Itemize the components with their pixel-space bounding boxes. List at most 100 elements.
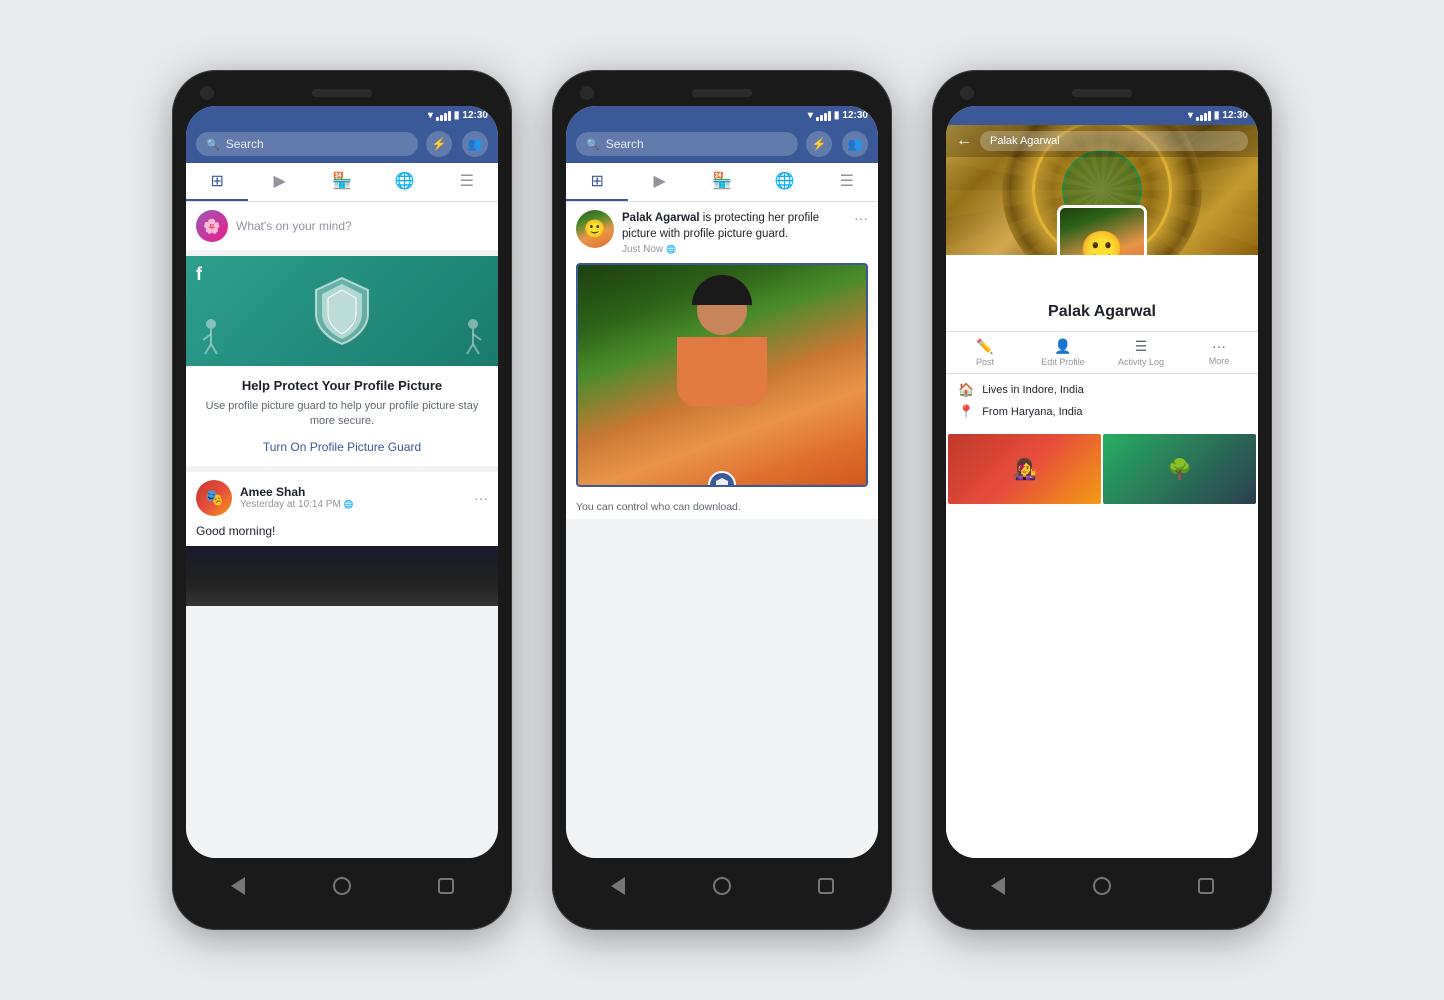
messenger-icon-2[interactable]: ⚡ (806, 131, 832, 157)
facebook-header-1: 🔍 Search ⚡ 👥 (186, 125, 498, 163)
phone-3: ▾ ▮ 12:30 (932, 70, 1272, 930)
tab-newsfeed-2[interactable]: ⊞ (566, 163, 628, 201)
home-btn-2[interactable] (711, 875, 733, 897)
status-icons-2: ▾ ▮ 12:30 (808, 110, 868, 121)
globe-icon-amee: 🌐 (344, 500, 354, 509)
phone-2: ▾ ▮ 12:30 🔍 Search ⚡ 👥 (552, 70, 892, 930)
back-btn-1[interactable] (227, 875, 249, 897)
location-icon: 📍 (958, 404, 974, 420)
post-more-btn[interactable]: ··· (474, 490, 488, 506)
profile-avatar-large[interactable]: 🙂 (1057, 205, 1147, 255)
more-btn[interactable]: ··· More (1180, 338, 1258, 367)
tab-menu-2[interactable]: ☰ (816, 163, 878, 201)
phone2-bottom-bar (566, 858, 878, 908)
guard-card-body: Help Protect Your Profile Picture Use pr… (186, 366, 498, 466)
signal-icon (436, 111, 451, 121)
palak-more-btn[interactable]: ··· (854, 210, 868, 226)
front-camera (200, 86, 214, 100)
status-bar-3: ▾ ▮ 12:30 (946, 106, 1258, 125)
post-action-btn[interactable]: ✏️ Post (946, 338, 1024, 367)
tab-globe[interactable]: 🌐 (373, 163, 435, 201)
speaker (312, 89, 372, 97)
post-header: 🎭 Amee Shah Yesterday at 10:14 PM 🌐 ··· (186, 472, 498, 524)
search-placeholder-1: Search (226, 137, 264, 151)
messenger-icon[interactable]: ⚡ (426, 131, 452, 157)
tab-marketplace-2[interactable]: 🏪 (691, 163, 753, 201)
activity-log-label: Activity Log (1118, 357, 1164, 367)
battery-icon-2: ▮ (834, 110, 840, 121)
profile-search-bar[interactable]: Palak Agarwal (980, 131, 1248, 151)
profile-guard-card: f (186, 256, 498, 466)
post-amee-shah: 🎭 Amee Shah Yesterday at 10:14 PM 🌐 ··· … (186, 472, 498, 606)
shield-icon-large (312, 276, 372, 346)
tab-menu[interactable]: ☰ (436, 163, 498, 201)
recents-btn-1[interactable] (435, 875, 457, 897)
figure-left (201, 316, 221, 361)
person-figure (677, 285, 767, 407)
palak-post-meta: Palak Agarwal is protecting her profile … (622, 210, 846, 255)
profile-info-section: 🏠 Lives in Indore, India 📍 From Haryana,… (946, 374, 1258, 434)
status-icons-3: ▾ ▮ 12:30 (1188, 110, 1248, 121)
nav-tabs-2: ⊞ ▶ 🏪 🌐 ☰ (566, 163, 878, 202)
figure-right (463, 316, 483, 361)
post-icon: ✏️ (976, 338, 993, 355)
back-arrow-3[interactable]: ← (956, 132, 972, 150)
search-bar-1[interactable]: 🔍 Search (196, 132, 418, 156)
home-btn-3[interactable] (1091, 875, 1113, 897)
amee-avatar[interactable]: 🎭 (196, 480, 232, 516)
palak-avatar-2[interactable]: 🙂 (576, 210, 614, 248)
friends-icon-2[interactable]: 👥 (842, 131, 868, 157)
header-icons-1: ⚡ 👥 (426, 131, 488, 157)
facebook-header-2: 🔍 Search ⚡ 👥 (566, 125, 878, 163)
activity-log-icon: ☰ (1135, 338, 1148, 355)
friends-icon[interactable]: 👥 (462, 131, 488, 157)
recents-btn-3[interactable] (1195, 875, 1217, 897)
post-placeholder-text[interactable]: What's on your mind? (236, 219, 352, 233)
profile-cover-photo: ← Palak Agarwal 🙂 (946, 125, 1258, 255)
tab-newsfeed[interactable]: ⊞ (186, 163, 248, 201)
wifi-icon-2: ▾ (808, 110, 813, 121)
phone1-bottom-bar (186, 858, 498, 908)
time-display-3: 12:30 (1222, 110, 1248, 121)
tab-video[interactable]: ▶ (248, 163, 310, 201)
wifi-icon: ▾ (428, 110, 433, 121)
edit-profile-btn[interactable]: 👤 Edit Profile (1024, 338, 1102, 367)
amee-name[interactable]: Amee Shah (240, 485, 466, 499)
palak-post-time: Just Now 🌐 (622, 244, 846, 255)
phone1-screen: ▾ ▮ 12:30 🔍 Search ⚡ (186, 106, 498, 858)
lives-in-text: Lives in Indore, India (982, 384, 1084, 396)
activity-log-btn[interactable]: ☰ Activity Log (1102, 338, 1180, 367)
post-label: Post (976, 357, 994, 367)
search-icon-2: 🔍 (586, 138, 600, 151)
home-btn-1[interactable] (331, 875, 353, 897)
profile-content: Palak Agarwal ✏️ Post 👤 Edit Profile ☰ A… (946, 255, 1258, 858)
palak-post-header: 🙂 Palak Agarwal is protecting her profil… (566, 202, 878, 263)
back-btn-3[interactable] (987, 875, 1009, 897)
search-placeholder-2: Search (606, 137, 644, 151)
nav-tabs-1: ⊞ ▶ 🏪 🌐 ☰ (186, 163, 498, 202)
time-display-2: 12:30 (842, 110, 868, 121)
home-icon: 🏠 (958, 382, 974, 398)
speaker-2 (692, 89, 752, 97)
guard-banner: f (186, 256, 498, 366)
user-avatar-1: 🌸 (196, 210, 228, 242)
turn-on-guard-button[interactable]: Turn On Profile Picture Guard (200, 440, 484, 454)
photo-thumb-2[interactable]: 🌳 (1103, 434, 1256, 504)
wifi-icon-3: ▾ (1188, 110, 1193, 121)
phone2-screen: ▾ ▮ 12:30 🔍 Search ⚡ 👥 (566, 106, 878, 858)
edit-profile-icon: 👤 (1054, 338, 1071, 355)
from-item: 📍 From Haryana, India (958, 404, 1246, 420)
time-display: 12:30 (462, 110, 488, 121)
guarded-profile-pic-container (576, 263, 868, 487)
tab-video-2[interactable]: ▶ (628, 163, 690, 201)
tab-marketplace[interactable]: 🏪 (311, 163, 373, 201)
search-bar-2[interactable]: 🔍 Search (576, 132, 798, 156)
profile-name: Palak Agarwal (946, 303, 1258, 321)
guard-title: Help Protect Your Profile Picture (200, 378, 484, 393)
tab-globe-2[interactable]: 🌐 (753, 163, 815, 201)
recents-btn-2[interactable] (815, 875, 837, 897)
photo-thumb-1[interactable]: 👩‍🎤 (948, 434, 1101, 504)
more-icon: ··· (1212, 338, 1226, 354)
back-btn-2[interactable] (607, 875, 629, 897)
status-bar-1: ▾ ▮ 12:30 (186, 106, 498, 125)
